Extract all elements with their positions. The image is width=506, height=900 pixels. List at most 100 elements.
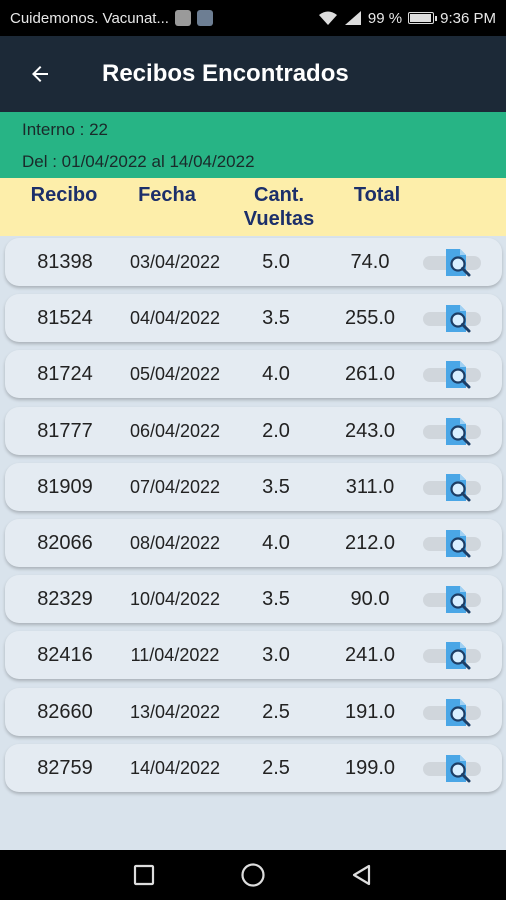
document-search-icon [446, 586, 471, 614]
table-row[interactable]: 81909 07/04/2022 3.5 311.0 [5, 462, 502, 511]
cell-recibo: 82066 [37, 532, 93, 554]
cell-total: 90.0 [350, 588, 390, 611]
info-panel: Interno : 22 Del : 01/04/2022 al 14/04/2… [0, 112, 506, 178]
view-receipt-button[interactable] [423, 302, 483, 334]
view-receipt-button[interactable] [423, 583, 483, 615]
cell-total: 255.0 [344, 307, 396, 330]
document-search-icon [446, 473, 471, 502]
view-receipt-button[interactable] [423, 358, 483, 390]
view-receipt-button[interactable] [423, 752, 483, 784]
cell-cant-vueltas: 3.5 [262, 588, 290, 611]
cell-cant-vueltas: 2.5 [262, 700, 290, 723]
header-cant-line1: Cant. [254, 184, 304, 206]
cell-total: 212.0 [344, 532, 396, 554]
cell-recibo: 82416 [37, 644, 93, 667]
cell-total: 311.0 [345, 475, 395, 498]
square-recents-icon [134, 864, 155, 886]
cell-recibo: 81777 [37, 419, 93, 442]
view-receipt-button[interactable] [423, 246, 483, 278]
cell-fecha: 11/04/2022 [130, 645, 220, 666]
cell-fecha: 08/04/2022 [129, 533, 221, 553]
table-row[interactable]: 82416 11/04/2022 3.0 241.0 [5, 631, 502, 680]
document-search-icon [446, 642, 471, 670]
clock: 9:36 PM [440, 9, 496, 27]
header-recibo: Recibo [30, 184, 98, 206]
back-button[interactable] [0, 36, 80, 112]
cell-total: 74.0 [350, 251, 390, 273]
document-search-icon [446, 305, 471, 333]
nav-recents-button[interactable] [124, 855, 164, 895]
table-row[interactable]: 81524 04/04/2022 3.5 255.0 [5, 294, 502, 343]
cell-fecha: 04/04/2022 [129, 308, 221, 329]
cell-recibo: 81909 [37, 475, 93, 498]
globe-notification-icon [196, 10, 213, 26]
cell-cant-vueltas: 5.0 [262, 251, 290, 273]
cell-fecha: 05/04/2022 [129, 364, 221, 385]
cell-cant-vueltas: 2.5 [262, 756, 290, 779]
table-row[interactable]: 81398 03/04/2022 5.0 74.0 [5, 238, 502, 286]
cell-cant-vueltas: 3.0 [262, 644, 290, 667]
cell-total: 243.0 [344, 419, 396, 442]
table-row[interactable]: 82660 13/04/2022 2.5 191.0 [5, 687, 502, 736]
arrow-back-icon [32, 66, 48, 82]
cell-cant-vueltas: 3.5 [262, 307, 290, 330]
view-receipt-button[interactable] [423, 696, 483, 728]
cell-total: 241.0 [344, 644, 396, 667]
cell-recibo: 82660 [37, 700, 93, 723]
table-row[interactable]: 82066 08/04/2022 4.0 212.0 [5, 519, 502, 567]
cell-cant-vueltas: 3.5 [262, 475, 290, 498]
cell-fecha: 03/04/2022 [129, 252, 221, 272]
cell-cant-vueltas: 4.0 [262, 532, 290, 554]
view-receipt-button[interactable] [423, 527, 483, 559]
view-receipt-button[interactable] [423, 639, 483, 671]
cell-cant-vueltas: 4.0 [262, 363, 290, 386]
cell-recibo: 82759 [37, 756, 93, 779]
view-receipt-button[interactable] [423, 471, 483, 503]
battery-icon [408, 12, 438, 24]
table-row[interactable]: 81777 06/04/2022 2.0 243.0 [5, 406, 502, 455]
notification-text: Cuidemonos. Vacunat... [10, 9, 169, 27]
cell-fecha: 07/04/2022 [129, 476, 221, 497]
header-cant-vueltas: Cant. Vueltas [230, 183, 328, 231]
table-row[interactable]: 81724 05/04/2022 4.0 261.0 [5, 350, 502, 399]
nav-back-button[interactable] [342, 855, 382, 895]
app-notification-icon [174, 10, 191, 26]
table-row[interactable]: 82329 10/04/2022 3.5 90.0 [5, 575, 502, 624]
cell-total: 261.0 [344, 363, 396, 386]
triangle-back-icon [352, 864, 370, 886]
cell-fecha: 06/04/2022 [129, 420, 221, 441]
cell-total: 191.0 [344, 700, 396, 723]
view-receipt-button[interactable] [423, 415, 483, 447]
document-search-icon [446, 417, 471, 446]
status-bar: Cuidemonos. Vacunat... 99 % 9:36 PM [0, 0, 506, 36]
cell-total: 199.0 [344, 756, 396, 779]
cell-recibo: 82329 [37, 588, 93, 611]
system-nav-bar [0, 850, 506, 900]
signal-icon [344, 11, 361, 25]
document-search-icon [446, 249, 471, 277]
cell-fecha: 14/04/2022 [129, 757, 221, 778]
cell-recibo: 81524 [37, 307, 93, 330]
circle-home-icon [241, 863, 265, 887]
header-fecha: Fecha [138, 184, 196, 206]
battery-percent: 99 % [367, 9, 403, 27]
cell-cant-vueltas: 2.0 [262, 419, 290, 442]
cell-fecha: 10/04/2022 [129, 589, 221, 610]
document-search-icon [446, 754, 471, 783]
date-range-label: Del : 01/04/2022 al 14/04/2022 [22, 152, 255, 171]
table-row[interactable]: 82759 14/04/2022 2.5 199.0 [5, 743, 502, 792]
document-search-icon [446, 361, 471, 389]
cell-recibo: 81724 [37, 363, 93, 386]
app-bar: Recibos Encontrados [0, 36, 506, 112]
document-search-icon [446, 530, 471, 558]
header-total: Total [353, 184, 401, 206]
nav-home-button[interactable] [233, 855, 273, 895]
cell-fecha: 13/04/2022 [129, 701, 221, 722]
page-title: Recibos Encontrados [102, 60, 349, 87]
header-cant-line2: Vueltas [243, 208, 315, 230]
document-search-icon [446, 698, 471, 727]
interno-label: Interno : 22 [22, 120, 109, 139]
cell-recibo: 81398 [37, 251, 93, 273]
table-header: Recibo Fecha Cant. Vueltas Total [0, 178, 506, 236]
wifi-icon [318, 11, 337, 25]
